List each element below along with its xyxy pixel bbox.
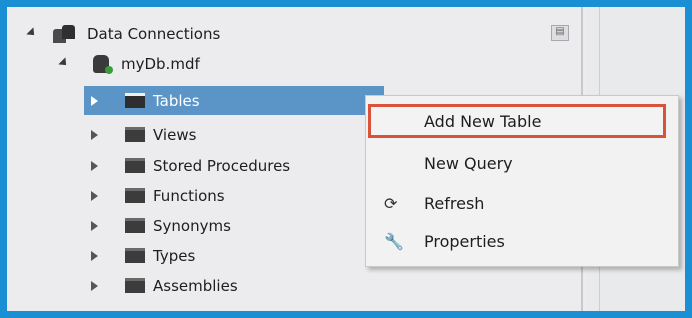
collapse-arrow-icon[interactable]	[58, 57, 70, 69]
collapse-arrow-icon[interactable]	[26, 27, 38, 39]
tree-node-label: Views	[153, 126, 197, 144]
menu-item-add-new-table[interactable]: Add New Table	[424, 112, 541, 131]
expand-arrow-icon[interactable]	[91, 96, 98, 106]
tree-node-label: Assemblies	[153, 277, 238, 295]
server-explorer-window: ▤ Data Connections myDb.mdf Tables Views…	[0, 0, 692, 318]
folder-icon	[125, 93, 145, 108]
tree-node-label: Functions	[153, 187, 225, 205]
expand-arrow-icon[interactable]	[91, 130, 98, 140]
tree-node-tables[interactable]: Tables	[87, 86, 377, 116]
folder-icon	[125, 127, 145, 142]
menu-item-new-query[interactable]: New Query	[424, 154, 513, 173]
tree-node-label: myDb.mdf	[121, 55, 200, 73]
folder-icon	[125, 188, 145, 203]
connected-status-icon	[105, 66, 113, 74]
wrench-icon: 🔧	[384, 232, 404, 251]
expand-arrow-icon[interactable]	[91, 281, 98, 291]
context-menu: Add New Table New Query ⟳ Refresh 🔧 Prop…	[365, 95, 679, 267]
menu-item-refresh[interactable]: Refresh	[424, 194, 484, 213]
expand-arrow-icon[interactable]	[91, 161, 98, 171]
tree-node-label: Tables	[153, 92, 200, 110]
expand-arrow-icon[interactable]	[91, 221, 98, 231]
database-connections-icon	[53, 25, 75, 43]
menu-item-properties[interactable]: Properties	[424, 232, 505, 251]
expand-arrow-icon[interactable]	[91, 251, 98, 261]
panel-button-icon[interactable]: ▤	[551, 25, 569, 41]
tree-node-label: Data Connections	[87, 25, 221, 43]
tree-node-label: Types	[153, 247, 196, 265]
expand-arrow-icon[interactable]	[91, 191, 98, 201]
tree-node-label: Stored Procedures	[153, 157, 291, 175]
folder-icon	[125, 218, 145, 233]
folder-icon	[125, 248, 145, 263]
folder-icon	[125, 278, 145, 293]
tree-node-label: Synonyms	[153, 217, 231, 235]
folder-icon	[125, 158, 145, 173]
refresh-icon: ⟳	[384, 194, 398, 213]
